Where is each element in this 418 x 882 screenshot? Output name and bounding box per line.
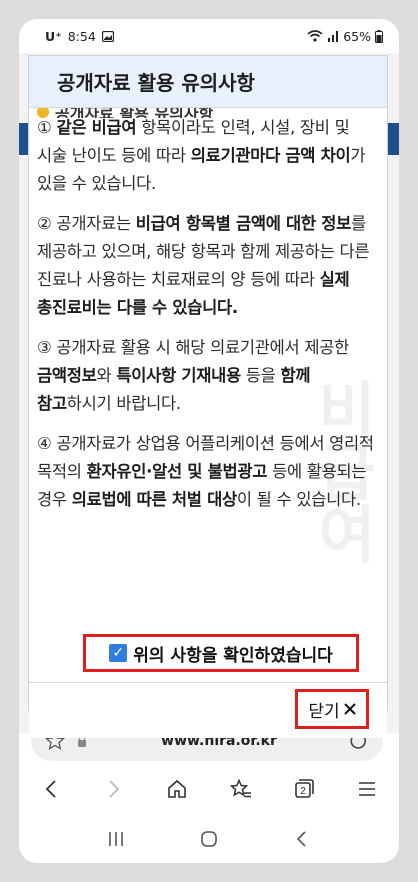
notice-paragraph-4: ④ 공개자료가 상업용 어플리케이션 등에서 영리적 목적의 환자유인·알선 및… — [37, 430, 383, 514]
paragraph-text: 하시기 바랍니다. — [66, 394, 181, 413]
status-bar: U⁺ 8:54 65% — [19, 19, 399, 53]
back-button[interactable] — [31, 769, 71, 809]
home-button[interactable] — [157, 769, 197, 809]
tabs-icon: 2 — [295, 779, 314, 798]
paragraph-text: ② 공개자료는 — [37, 214, 136, 233]
paragraph-text: 이 될 수 있습니다. — [236, 490, 361, 509]
paragraph-text: ① — [37, 118, 57, 137]
paragraph-text: ③ 공개자료 활용 시 해당 의료기관에서 제공한 — [37, 338, 350, 357]
bookmarks-button[interactable] — [221, 769, 261, 809]
browser-toolbar: 2 — [19, 769, 399, 809]
close-label: 닫기 — [308, 701, 340, 722]
notice-content: ① 같은 비급여 항목이라도 인력, 시설, 장비 및 시술 난이도 등에 따라… — [37, 114, 383, 526]
system-home-icon — [201, 831, 217, 847]
modal-footer: 닫기 — [29, 682, 387, 738]
emphasized-text: 특이사항 기재내용 — [116, 366, 241, 385]
system-back-icon — [297, 831, 306, 847]
chevron-right-icon — [109, 780, 120, 798]
modal-title: 공개자료 활용 유의사항 — [29, 56, 387, 108]
emphasized-text: 의료법에 따른 처벌 대상 — [71, 490, 237, 509]
paragraph-text: 등을 — [240, 366, 281, 385]
recent-apps-icon — [108, 832, 123, 846]
notice-paragraph-3: ③ 공개자료 활용 시 해당 의료기관에서 제공한 금액정보와 특이사항 기재내… — [37, 334, 383, 418]
paragraph-text: 와 — [96, 366, 117, 385]
recent-apps-button[interactable] — [96, 819, 136, 859]
confirm-label: 위의 사항을 확인하였습니다 — [133, 645, 333, 666]
emphasized-text: 의료기관마다 금액 차이 — [190, 146, 351, 165]
battery-percent: 65% — [343, 28, 371, 44]
phone-screen: U⁺ 8:54 65% 공개자료 활용 유의사항 공개자료 활용 유의사항 비급… — [19, 19, 399, 863]
carrier-label: U⁺ — [45, 28, 62, 44]
bookmarks-star-icon — [229, 779, 251, 798]
svg-text:2: 2 — [300, 786, 306, 797]
system-navigation — [19, 819, 399, 859]
close-icon — [343, 703, 356, 715]
emphasized-text: 비급여 항목별 금액에 대한 정보 — [135, 214, 352, 233]
home-icon — [168, 779, 187, 798]
notice-paragraph-2: ② 공개자료는 비급여 항목별 금액에 대한 정보를 제공하고 있으며, 해당 … — [37, 210, 383, 322]
confirm-checkbox-label[interactable]: ✓ 위의 사항을 확인하였습니다 — [83, 634, 359, 672]
gallery-notification-icon — [101, 30, 114, 42]
notice-paragraph-1: ① 같은 비급여 항목이라도 인력, 시설, 장비 및 시술 난이도 등에 따라… — [37, 114, 383, 198]
wifi-icon — [307, 30, 323, 42]
tabs-button[interactable]: 2 — [284, 769, 324, 809]
emphasized-text: 환자유인·알선 및 불법광고 — [86, 462, 268, 481]
system-home-button[interactable] — [189, 819, 229, 859]
emphasized-text: 같은 비급여 — [56, 118, 137, 137]
forward-button[interactable] — [94, 769, 134, 809]
battery-icon — [375, 29, 383, 43]
notice-modal: 공개자료 활용 유의사항 공개자료 활용 유의사항 비급여 ① 같은 비급여 항… — [28, 55, 388, 738]
close-button[interactable]: 닫기 — [295, 689, 369, 729]
clock: 8:54 — [67, 28, 96, 44]
checkbox-checked-icon[interactable]: ✓ — [109, 644, 128, 662]
menu-button[interactable] — [347, 769, 387, 809]
hamburger-menu-icon — [359, 782, 376, 796]
emphasized-text: 금액정보 — [37, 366, 97, 385]
signal-icon — [328, 31, 339, 42]
system-back-button[interactable] — [282, 819, 322, 859]
chevron-left-icon — [45, 780, 56, 798]
